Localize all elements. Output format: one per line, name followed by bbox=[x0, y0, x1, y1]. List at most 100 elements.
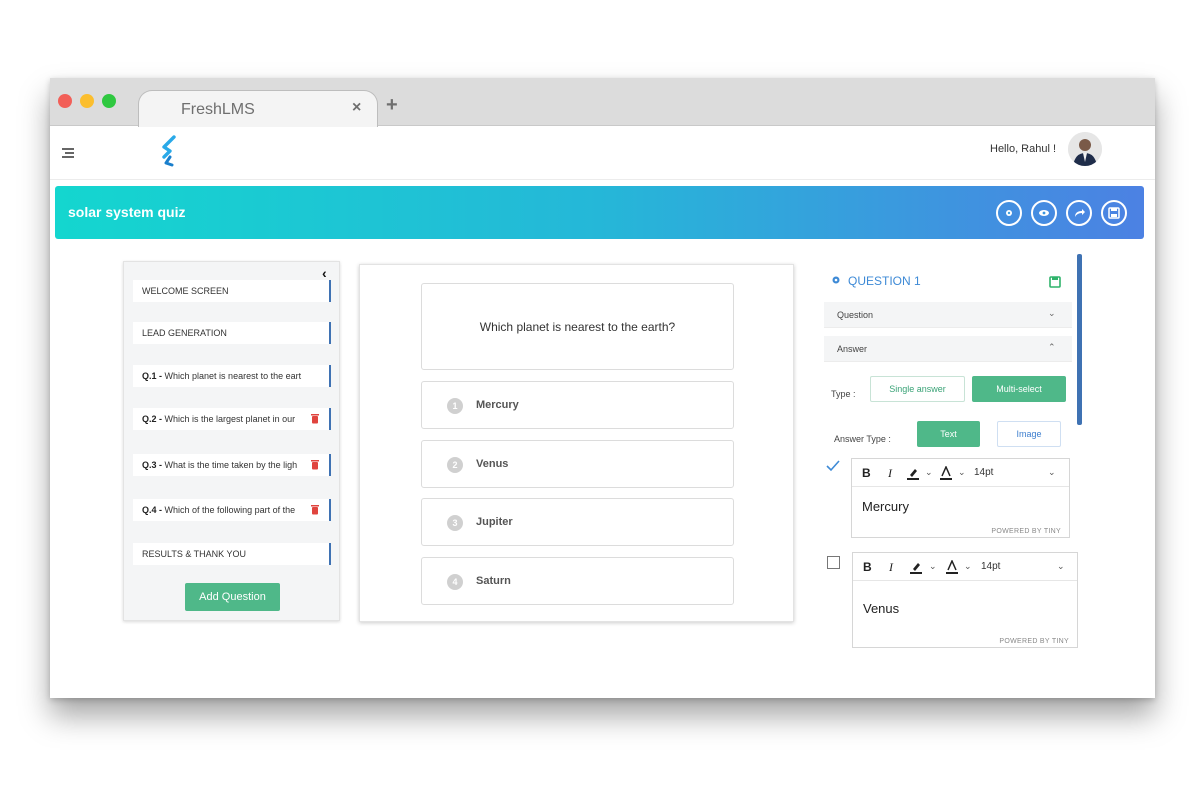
multi-select-button[interactable]: Multi-select bbox=[972, 376, 1066, 402]
accordion-label: Question bbox=[837, 310, 874, 320]
question-preview: Which is the largest planet in our bbox=[164, 414, 296, 424]
settings-button[interactable] bbox=[996, 200, 1022, 226]
powered-by-tiny: POWERED BY TINY bbox=[991, 528, 1061, 535]
powered-by-tiny: POWERED BY TINY bbox=[999, 638, 1069, 645]
sidebar-item-label: LEAD GENERATION bbox=[142, 328, 227, 338]
answer-editor[interactable]: B I ⌄ ⌄ 14pt ⌄ Venus POWERED BY TINY bbox=[852, 552, 1078, 648]
image-type-button[interactable]: Image bbox=[997, 421, 1061, 447]
app-header: Hello, Rahul ! bbox=[50, 127, 1155, 180]
close-window-icon[interactable] bbox=[58, 94, 72, 108]
question-text: Which planet is nearest to the earth? bbox=[479, 320, 676, 334]
font-size-select[interactable]: 14pt bbox=[974, 467, 993, 478]
question-heading-label: QUESTION 1 bbox=[848, 274, 921, 288]
sidebar-item-label: Q.2 - Which is the largest planet in our bbox=[142, 414, 307, 424]
panel-scrollbar[interactable] bbox=[1077, 254, 1082, 425]
checkmark-icon[interactable] bbox=[826, 460, 840, 472]
bold-button[interactable]: B bbox=[863, 560, 872, 574]
sidebar-item-q1[interactable]: Q.1 - Which planet is nearest to the ear… bbox=[133, 365, 331, 387]
option-label: Mercury bbox=[476, 399, 519, 411]
option-label: Saturn bbox=[476, 575, 511, 587]
single-answer-button[interactable]: Single answer bbox=[870, 376, 965, 402]
sidebar-item-lead-generation[interactable]: LEAD GENERATION bbox=[133, 322, 331, 344]
italic-button[interactable]: I bbox=[889, 560, 893, 575]
answer-option[interactable]: 4 Saturn bbox=[421, 557, 734, 605]
option-label: Venus bbox=[476, 458, 509, 470]
add-question-button[interactable]: Add Question bbox=[185, 583, 280, 611]
maximize-window-icon[interactable] bbox=[102, 94, 116, 108]
editor-toolbar: B I ⌄ ⌄ 14pt ⌄ bbox=[852, 459, 1069, 487]
chevron-down-icon[interactable]: ⌄ bbox=[958, 467, 966, 478]
chevron-up-icon: ⌃ bbox=[1048, 342, 1056, 352]
minimize-window-icon[interactable] bbox=[80, 94, 94, 108]
menu-icon[interactable] bbox=[62, 148, 74, 158]
quiz-title: solar system quiz bbox=[68, 204, 186, 220]
quiz-banner: solar system quiz bbox=[55, 186, 1144, 239]
bold-button[interactable]: B bbox=[862, 466, 871, 480]
chevron-down-icon[interactable]: ⌄ bbox=[929, 561, 937, 572]
preview-button[interactable] bbox=[1031, 200, 1057, 226]
freshlms-logo[interactable] bbox=[160, 135, 180, 169]
sidebar-item-q2[interactable]: Q.2 - Which is the largest planet in our bbox=[133, 408, 331, 430]
gear-icon bbox=[832, 276, 840, 284]
question-number: Q.3 - bbox=[142, 460, 163, 470]
text-type-button[interactable]: Text bbox=[917, 421, 980, 447]
answer-option[interactable]: 3 Jupiter bbox=[421, 498, 734, 546]
chevron-down-icon[interactable]: ⌄ bbox=[1057, 561, 1065, 572]
question-preview-card: Which planet is nearest to the earth? 1 … bbox=[359, 264, 794, 622]
share-icon bbox=[1075, 209, 1085, 217]
new-tab-icon[interactable]: + bbox=[386, 94, 398, 117]
share-button[interactable] bbox=[1066, 200, 1092, 226]
sidebar-item-label: Q.4 - Which of the following part of the bbox=[142, 505, 307, 515]
option-number: 4 bbox=[447, 574, 463, 590]
browser-tab[interactable]: FreshLMS × bbox=[138, 90, 378, 127]
question-heading: QUESTION 1 bbox=[831, 274, 921, 288]
sidebar-item-label: WELCOME SCREEN bbox=[142, 286, 229, 296]
font-color-icon[interactable] bbox=[946, 560, 958, 574]
question-preview: Which of the following part of the bbox=[164, 505, 296, 515]
question-preview: Which planet is nearest to the eart bbox=[164, 371, 302, 381]
editor-content[interactable]: Venus bbox=[863, 601, 899, 616]
avatar[interactable] bbox=[1068, 132, 1102, 166]
sidebar-item-results[interactable]: RESULTS & THANK YOU bbox=[133, 543, 331, 565]
answer-checkbox[interactable] bbox=[827, 556, 840, 569]
highlight-icon[interactable] bbox=[907, 466, 919, 480]
chevron-down-icon[interactable]: ⌄ bbox=[925, 467, 933, 478]
highlight-icon[interactable] bbox=[910, 560, 922, 574]
question-accordion[interactable]: Question ⌄ bbox=[824, 302, 1072, 328]
type-label: Type : bbox=[831, 389, 856, 399]
font-color-icon[interactable] bbox=[940, 466, 952, 480]
sidebar-item-welcome[interactable]: WELCOME SCREEN bbox=[133, 280, 331, 302]
font-size-select[interactable]: 14pt bbox=[981, 561, 1000, 572]
question-preview: What is the time taken by the ligh bbox=[164, 460, 298, 470]
trash-icon[interactable] bbox=[310, 504, 320, 515]
user-greeting: Hello, Rahul ! bbox=[990, 143, 1057, 155]
option-number: 3 bbox=[447, 515, 463, 531]
save-icon[interactable] bbox=[1049, 276, 1061, 288]
answer-accordion[interactable]: Answer ⌃ bbox=[824, 336, 1072, 362]
chevron-down-icon: ⌄ bbox=[1048, 308, 1056, 318]
chevron-down-icon[interactable]: ⌄ bbox=[964, 561, 972, 572]
trash-icon[interactable] bbox=[310, 459, 320, 470]
sidebar-item-label: RESULTS & THANK YOU bbox=[142, 549, 247, 559]
tab-close-icon[interactable]: × bbox=[352, 99, 361, 117]
collapse-sidebar-icon[interactable]: ‹ bbox=[322, 265, 327, 281]
option-number: 2 bbox=[447, 457, 463, 473]
question-number: Q.1 - bbox=[142, 371, 163, 381]
sidebar-item-label: Q.1 - Which planet is nearest to the ear… bbox=[142, 371, 307, 381]
answer-editor[interactable]: B I ⌄ ⌄ 14pt ⌄ Mercury POWERED BY TINY bbox=[851, 458, 1070, 538]
sidebar-item-q4[interactable]: Q.4 - Which of the following part of the bbox=[133, 499, 331, 521]
question-number: Q.4 - bbox=[142, 505, 163, 515]
editor-toolbar: B I ⌄ ⌄ 14pt ⌄ bbox=[853, 553, 1077, 581]
answer-option[interactable]: 1 Mercury bbox=[421, 381, 734, 429]
question-text-box: Which planet is nearest to the earth? bbox=[421, 283, 734, 370]
italic-button[interactable]: I bbox=[888, 466, 892, 481]
editor-content[interactable]: Mercury bbox=[862, 499, 909, 514]
question-sidebar: ‹ WELCOME SCREEN LEAD GENERATION Q.1 - W… bbox=[123, 261, 340, 621]
save-icon bbox=[1108, 207, 1120, 219]
accordion-label: Answer bbox=[837, 344, 868, 354]
save-button[interactable] bbox=[1101, 200, 1127, 226]
answer-option[interactable]: 2 Venus bbox=[421, 440, 734, 488]
trash-icon[interactable] bbox=[310, 413, 320, 424]
chevron-down-icon[interactable]: ⌄ bbox=[1048, 467, 1056, 478]
sidebar-item-q3[interactable]: Q.3 - What is the time taken by the ligh bbox=[133, 454, 331, 476]
